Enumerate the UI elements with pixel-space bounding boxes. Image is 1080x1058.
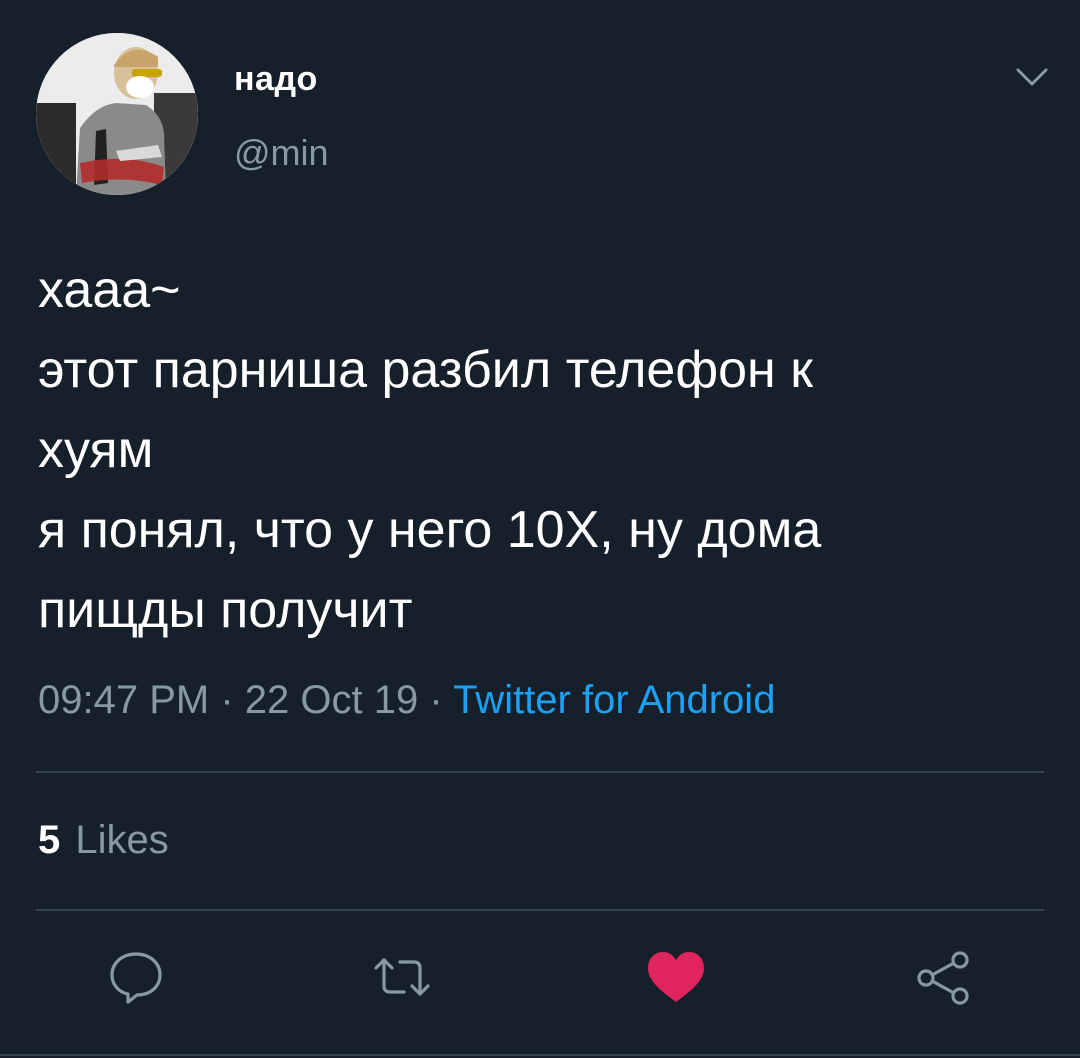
tweet-meta: 09:47 PM · 22 Oct 19 · Twitter for Andro… <box>38 678 775 723</box>
heart-icon <box>648 952 704 1002</box>
user-handle[interactable]: @min <box>234 132 329 174</box>
tweet-text: хааа~ этот парниша разбил телефон к хуям… <box>38 250 1048 650</box>
divider <box>36 909 1044 911</box>
share-button[interactable] <box>912 946 976 1010</box>
divider <box>0 1054 1080 1056</box>
share-icon <box>917 951 969 1005</box>
divider <box>36 771 1044 773</box>
tweet-time: 09:47 PM <box>38 678 210 722</box>
tweet-line: хуям <box>38 421 154 479</box>
likes-stat[interactable]: 5 Likes <box>38 818 169 863</box>
chevron-down-icon <box>1016 68 1048 86</box>
avatar-photo <box>36 33 198 195</box>
tweet-source-link[interactable]: Twitter for Android <box>453 678 775 722</box>
reply-icon <box>110 952 162 1004</box>
tweet-date: 22 Oct 19 <box>244 678 419 722</box>
tweet-line: хааа~ <box>38 261 181 319</box>
meta-separator: · <box>220 678 234 722</box>
retweet-button[interactable] <box>370 946 434 1010</box>
tweet-card: надо @min хааа~ этот парниша разбил теле… <box>0 0 1080 1058</box>
more-options-button[interactable] <box>1010 60 1054 96</box>
tweet-line: этот парниша разбил телефон к <box>38 341 813 399</box>
meta-separator: · <box>429 678 443 722</box>
likes-count: 5 <box>38 818 61 862</box>
display-name[interactable]: надо <box>234 60 318 99</box>
like-button[interactable] <box>644 946 708 1010</box>
likes-label: Likes <box>75 818 169 862</box>
avatar[interactable] <box>36 33 198 195</box>
tweet-line: я понял, что у него 10Х, ну дома <box>38 501 822 559</box>
reply-button[interactable] <box>104 946 168 1010</box>
retweet-icon <box>374 958 430 996</box>
tweet-line: пищды получит <box>38 581 413 639</box>
